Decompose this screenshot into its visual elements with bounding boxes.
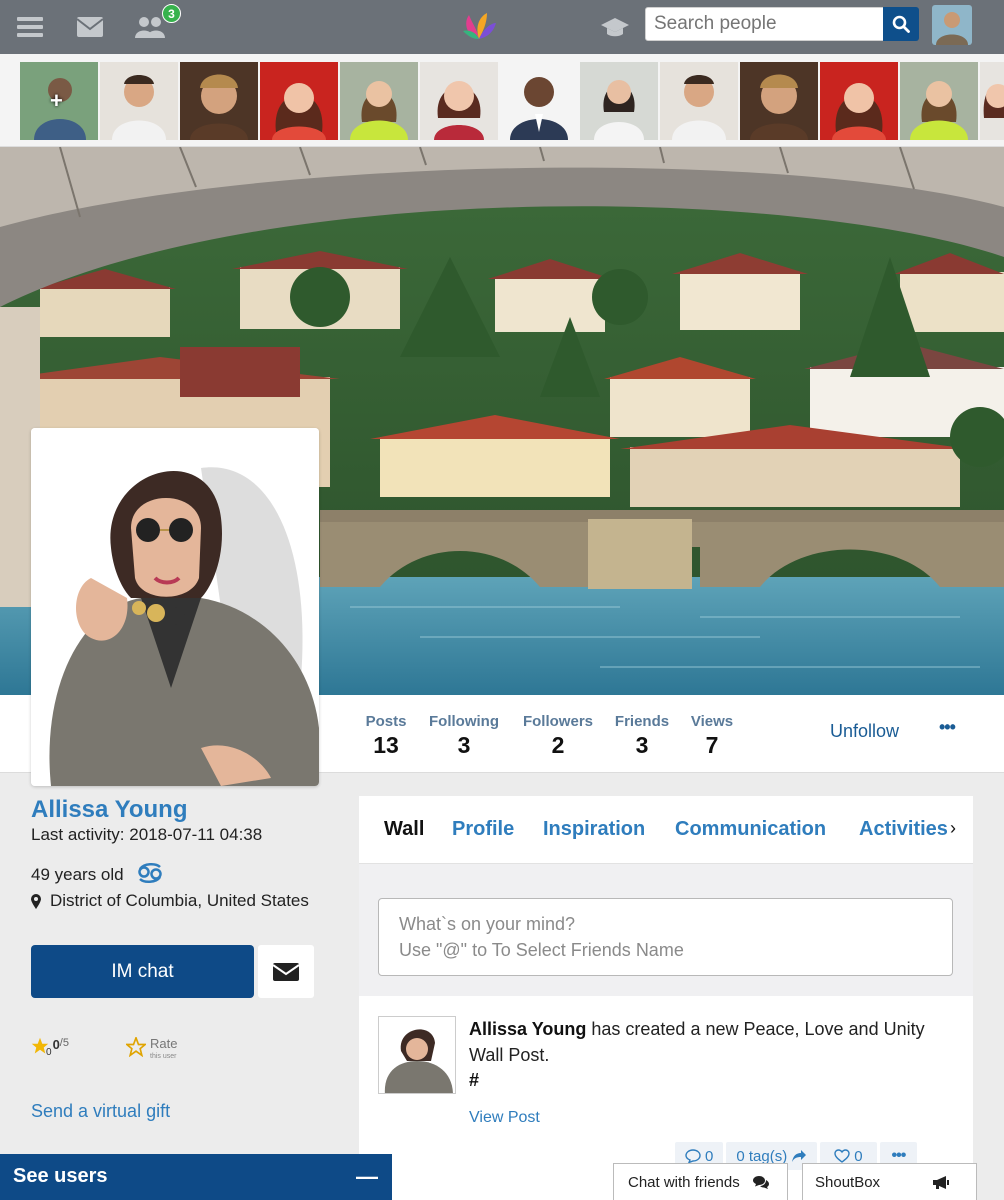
star-outline-icon: [126, 1037, 146, 1057]
see-users-title: See users: [13, 1165, 108, 1187]
map-pin-icon: [31, 893, 41, 909]
stat-value: 7: [705, 732, 719, 758]
rating-max: /5: [59, 1037, 69, 1049]
likes-count: 0: [854, 1147, 863, 1165]
rate-user-button[interactable]: Rate this user: [126, 1037, 177, 1063]
user-thumbnail[interactable]: [500, 62, 578, 140]
plus-icon: +: [50, 88, 63, 113]
rating-value: 0: [52, 1037, 60, 1052]
add-photo-thumbnail[interactable]: +: [20, 62, 98, 140]
stat-value: 3: [635, 732, 649, 758]
search-button[interactable]: [883, 7, 919, 41]
profile-tabs: Wall Profile Inspiration Communication A…: [359, 796, 973, 864]
rating-sub: 0: [46, 1047, 52, 1058]
view-post-link[interactable]: View Post: [469, 1109, 540, 1127]
stat-value: 13: [373, 732, 399, 758]
profile-avatar[interactable]: [31, 428, 319, 786]
stat-value: 3: [457, 732, 471, 758]
chat-bubbles-icon: [752, 1175, 769, 1189]
main-content: Wall Profile Inspiration Communication A…: [359, 796, 973, 1200]
people-strip: +: [0, 54, 1004, 147]
stat-friends[interactable]: Friends 3: [613, 713, 671, 759]
user-thumbnail[interactable]: [340, 62, 418, 140]
stat-label: Views: [690, 713, 734, 730]
user-rating: 0 0 /5: [31, 1037, 69, 1058]
post-composer[interactable]: What`s on your mind? Use "@" to To Selec…: [378, 898, 953, 976]
search-input[interactable]: [645, 7, 885, 41]
user-location: District of Columbia, United States: [31, 891, 309, 911]
send-gift-link[interactable]: Send a virtual gift: [31, 1101, 170, 1122]
user-thumbnail[interactable]: [900, 62, 978, 140]
top-bar: 3: [0, 0, 1004, 54]
send-message-button[interactable]: [258, 945, 314, 998]
stat-label: Following: [429, 713, 499, 730]
im-chat-button[interactable]: IM chat: [31, 945, 254, 998]
user-thumbnail[interactable]: [740, 62, 818, 140]
stat-label: Friends: [614, 713, 670, 730]
heart-icon: [834, 1149, 850, 1163]
zodiac-cancer-icon: [136, 861, 164, 890]
tab-inspiration[interactable]: Inspiration: [543, 818, 645, 841]
stat-followers[interactable]: Followers 2: [520, 713, 596, 759]
tags-count: 0 tag(s): [736, 1147, 788, 1165]
stat-views[interactable]: Views 7: [689, 713, 735, 759]
profile-name[interactable]: Allissa Young: [31, 796, 187, 824]
more-options-button[interactable]: •••: [939, 717, 956, 738]
stat-label: Followers: [522, 713, 593, 730]
composer-placeholder: What`s on your mind?: [399, 914, 576, 934]
user-thumbnail[interactable]: [420, 62, 498, 140]
stat-label: Posts: [365, 713, 407, 730]
envelope-icon: [272, 962, 300, 981]
see-users-panel[interactable]: See users —: [0, 1154, 392, 1200]
user-thumbnail[interactable]: [820, 62, 898, 140]
chat-bar-label: Chat with friends: [628, 1173, 740, 1191]
share-icon: [792, 1150, 807, 1162]
user-age: 49 years old: [31, 865, 124, 884]
tab-communication[interactable]: Communication: [675, 818, 826, 841]
last-activity: Last activity: 2018-07-11 04:38: [31, 825, 263, 844]
education-icon[interactable]: [600, 12, 630, 42]
unfollow-button[interactable]: Unfollow: [830, 721, 899, 742]
user-thumbnail[interactable]: [100, 62, 178, 140]
shoutbox-label: ShoutBox: [815, 1173, 881, 1191]
user-thumbnail[interactable]: [580, 62, 658, 140]
comment-icon: [685, 1149, 701, 1163]
user-thumbnail[interactable]: [660, 62, 738, 140]
current-user-avatar[interactable]: [932, 5, 972, 45]
stat-following[interactable]: Following 3: [426, 713, 502, 759]
megaphone-icon: [933, 1175, 950, 1189]
user-thumbnail[interactable]: [980, 62, 1004, 140]
tab-profile[interactable]: Profile: [452, 818, 514, 841]
comments-count: 0: [705, 1147, 714, 1165]
post-hashtag[interactable]: #: [469, 1070, 479, 1091]
user-thumbnail[interactable]: [260, 62, 338, 140]
site-logo-icon[interactable]: [460, 8, 498, 44]
shoutbox-bar[interactable]: ShoutBox: [802, 1163, 977, 1200]
composer-hint: Use "@" to To Select Friends Name: [399, 940, 684, 960]
stat-posts[interactable]: Posts 13: [364, 713, 408, 759]
minimize-icon[interactable]: —: [356, 1164, 378, 1190]
chat-with-friends-bar[interactable]: Chat with friends: [613, 1163, 788, 1200]
notification-badge: 3: [162, 4, 181, 23]
rate-sublabel: this user: [150, 1053, 177, 1060]
post-body: Allissa Young has created a new Peace, L…: [469, 1016, 949, 1068]
tab-activities[interactable]: Activities: [859, 818, 947, 841]
user-thumbnail[interactable]: [180, 62, 258, 140]
rate-label: Rate: [150, 1036, 178, 1051]
tabs-scroll-right-icon[interactable]: ›: [950, 818, 956, 839]
friend-requests-icon[interactable]: [135, 12, 165, 42]
messages-icon[interactable]: [75, 12, 105, 42]
menu-icon[interactable]: [15, 12, 45, 42]
tab-wall[interactable]: Wall: [384, 818, 424, 841]
post-author-avatar[interactable]: [378, 1016, 456, 1094]
profile-sidebar: Allissa Young Last activity: 2018-07-11 …: [0, 773, 358, 1200]
location-text: District of Columbia, United States: [50, 891, 309, 910]
post-author-name[interactable]: Allissa Young: [469, 1019, 586, 1039]
search-icon: [892, 15, 910, 33]
stat-value: 2: [551, 732, 565, 758]
